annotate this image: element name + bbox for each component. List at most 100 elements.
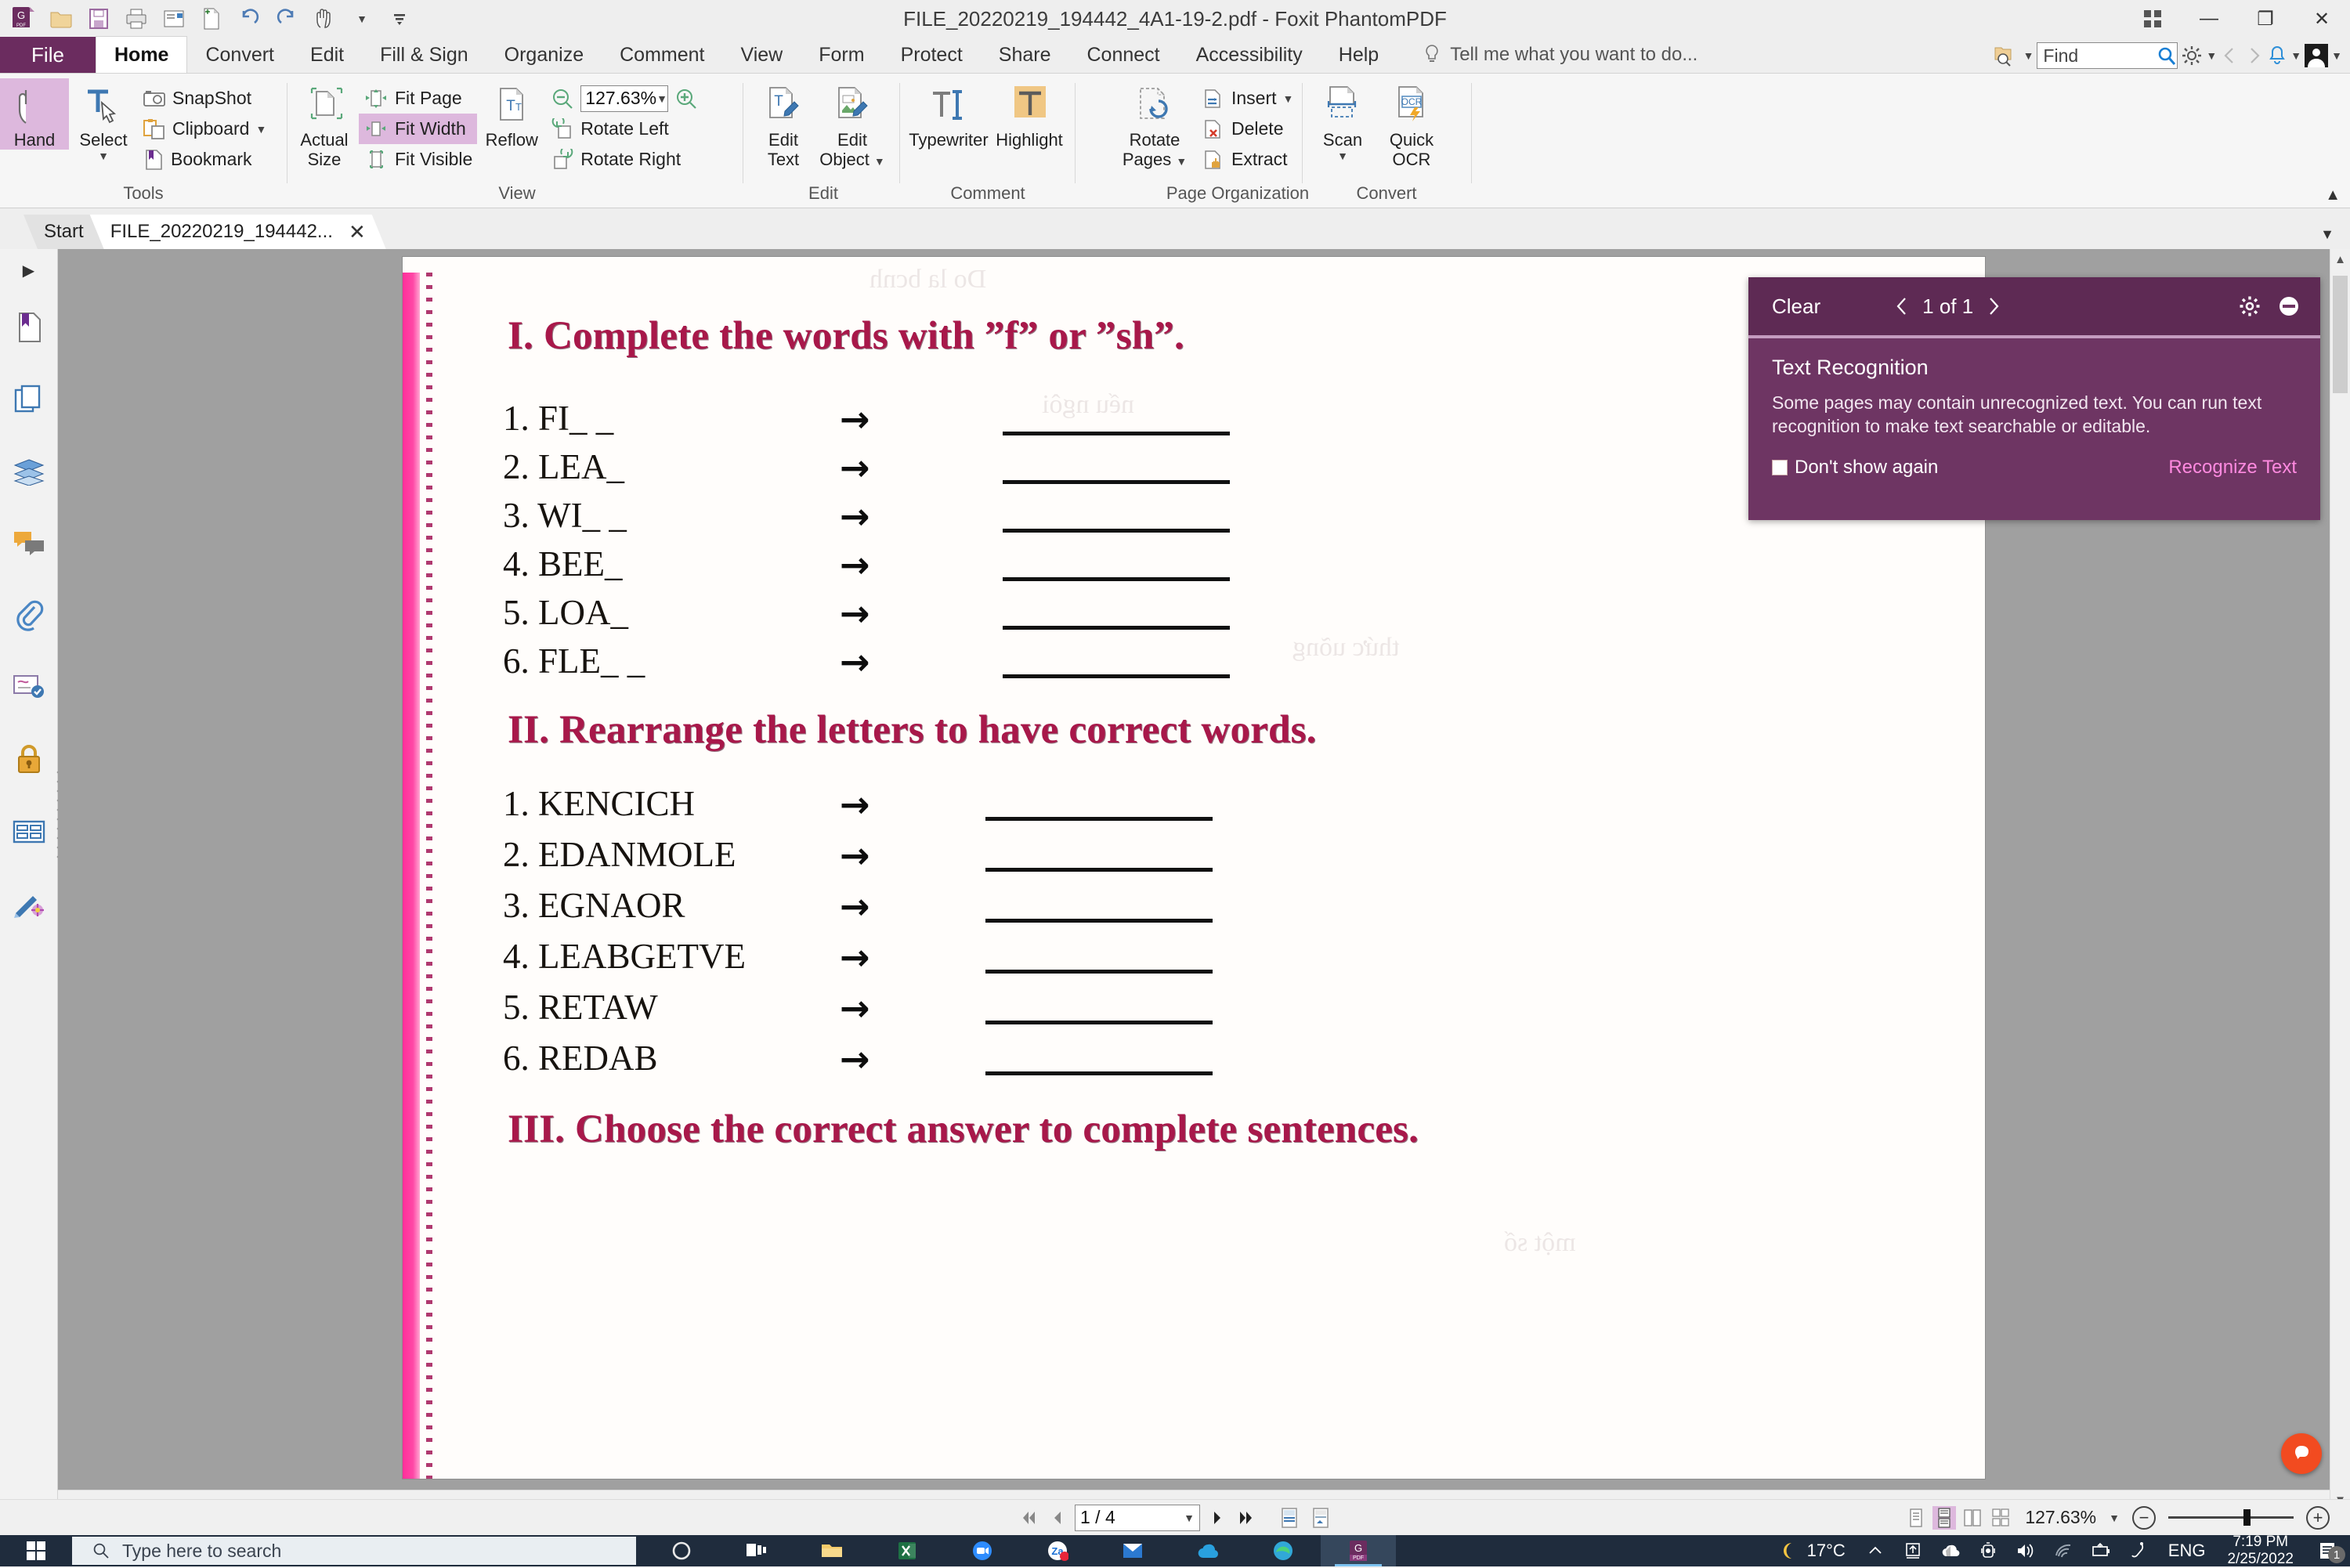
chevron-down-icon[interactable]: ▼ xyxy=(1283,92,1294,105)
prev-page-icon[interactable] xyxy=(1048,1508,1065,1528)
menu-tab-fill-sign[interactable]: Fill & Sign xyxy=(362,37,486,73)
comments-panel-icon[interactable] xyxy=(0,508,57,580)
weather-temperature[interactable]: 17°C xyxy=(1807,1541,1856,1561)
email-icon[interactable] xyxy=(155,2,193,36)
highlight-button[interactable]: Highlight xyxy=(992,78,1067,150)
page-number-input[interactable]: 1 / 4 ▼ xyxy=(1075,1505,1200,1531)
find-next-icon[interactable] xyxy=(2243,45,2264,66)
tell-me-search[interactable]: Tell me what you want to do... xyxy=(1397,37,1697,73)
single-page-icon[interactable] xyxy=(1904,1506,1928,1530)
doc-tab-start[interactable]: Start xyxy=(24,215,104,249)
zoom-out-icon[interactable] xyxy=(551,87,574,110)
fit-width-button[interactable]: Fit Width xyxy=(359,114,477,144)
print-icon[interactable] xyxy=(118,2,155,36)
camera-tray-icon[interactable] xyxy=(1969,1535,2007,1566)
signatures-panel-icon[interactable] xyxy=(0,652,57,724)
pages-panel-icon[interactable] xyxy=(0,363,57,435)
menu-tab-home[interactable]: Home xyxy=(96,36,187,73)
chevron-down-icon[interactable]: ▼ xyxy=(98,150,109,162)
account-dropdown-icon[interactable]: ▼ xyxy=(2331,49,2342,62)
bookmark-button[interactable]: Bookmark xyxy=(138,144,271,175)
battery-icon[interactable] xyxy=(2082,1535,2120,1566)
menu-tab-view[interactable]: View xyxy=(722,37,801,73)
file-explorer-icon[interactable] xyxy=(794,1535,870,1566)
chevron-up-icon[interactable] xyxy=(1856,1535,1894,1566)
minimize-button[interactable]: — xyxy=(2181,0,2237,38)
gear-icon[interactable] xyxy=(2239,295,2261,317)
chevron-down-icon[interactable]: ▼ xyxy=(1176,155,1187,168)
rotate-pages-button[interactable]: RotatePages ▼ xyxy=(1112,78,1197,172)
mail-icon[interactable] xyxy=(1095,1535,1170,1566)
page-fit-icon[interactable] xyxy=(1278,1506,1300,1530)
insert-page-button[interactable]: Insert ▼ xyxy=(1197,83,1298,114)
extract-page-button[interactable]: Extract xyxy=(1197,144,1298,175)
clear-button[interactable]: Clear xyxy=(1748,294,1820,319)
zalo-icon[interactable]: Za xyxy=(1020,1535,1095,1566)
chevron-right-icon[interactable] xyxy=(1986,295,2001,317)
bookmark-panel-icon[interactable] xyxy=(0,291,57,363)
edit-object-button[interactable]: EditObject ▼ xyxy=(818,78,887,172)
menu-tab-convert[interactable]: Convert xyxy=(187,37,292,73)
find-previous-icon[interactable] xyxy=(2220,45,2240,66)
chevron-down-icon[interactable]: ▼ xyxy=(874,155,885,168)
task-view-icon[interactable] xyxy=(719,1535,794,1566)
clipboard-button[interactable]: Clipboard ▼ xyxy=(138,114,271,144)
doc-tab-file[interactable]: FILE_20220219_194442... ✕ xyxy=(90,215,386,249)
scroll-up-icon[interactable]: ▲ xyxy=(2330,249,2350,269)
close-button[interactable]: ✕ xyxy=(2294,0,2350,38)
ribbon-collapse-icon[interactable]: ▲ xyxy=(2325,186,2341,204)
chevron-down-icon[interactable]: ▼ xyxy=(656,92,667,105)
pen-icon[interactable] xyxy=(2120,1535,2157,1566)
minus-circle-icon[interactable] xyxy=(2278,295,2300,317)
volume-icon[interactable] xyxy=(2007,1535,2044,1566)
menu-tab-form[interactable]: Form xyxy=(801,37,882,73)
vertical-scrollbar-thumb[interactable] xyxy=(2333,276,2348,393)
fit-visible-button[interactable]: Fit Visible xyxy=(359,144,477,175)
page-width-icon[interactable] xyxy=(1310,1506,1332,1530)
rotate-left-button[interactable]: Rotate Left xyxy=(546,114,698,144)
windows-start-icon[interactable] xyxy=(0,1535,72,1566)
dont-show-again-label[interactable]: Don't show again xyxy=(1795,457,1938,479)
save-icon[interactable] xyxy=(80,2,118,36)
vertical-scrollbar[interactable]: ▲ ▼ xyxy=(2330,249,2350,1510)
typewriter-button[interactable]: Typewriter xyxy=(906,78,992,150)
clock[interactable]: 7:19 PM 2/25/2022 xyxy=(2216,1534,2305,1568)
zoom-in-icon[interactable] xyxy=(674,87,698,110)
rotate-right-button[interactable]: Rotate Right xyxy=(546,144,698,175)
edge-icon[interactable] xyxy=(1246,1535,1321,1566)
search-scope-icon[interactable] xyxy=(1994,43,2020,68)
security-panel-icon[interactable] xyxy=(0,724,57,796)
onedrive-tray-icon[interactable] xyxy=(1932,1535,1969,1566)
new-from-file-icon[interactable] xyxy=(193,2,230,36)
chevron-left-icon[interactable] xyxy=(1894,295,1910,317)
app-logo-icon[interactable]: GPDF xyxy=(5,2,42,36)
qat-customize-icon[interactable] xyxy=(381,2,418,36)
fit-page-button[interactable]: Fit Page xyxy=(359,83,477,114)
zoom-dropdown-icon[interactable]: ▼ xyxy=(2109,1512,2120,1524)
notifications-dropdown-icon[interactable]: ▼ xyxy=(2290,49,2301,62)
redo-icon[interactable] xyxy=(268,2,306,36)
zoom-meetings-icon[interactable] xyxy=(945,1535,1020,1566)
account-avatar[interactable] xyxy=(2305,44,2328,67)
quick-ocr-button[interactable]: OCR QuickOCR xyxy=(1377,78,1446,169)
next-page-icon[interactable] xyxy=(1209,1508,1227,1528)
foxit-help-icon[interactable] xyxy=(2281,1433,2322,1474)
actual-size-button[interactable]: ActualSize xyxy=(290,78,359,169)
action-center-icon[interactable]: 1 xyxy=(2305,1535,2350,1566)
undo-icon[interactable] xyxy=(230,2,268,36)
dont-show-again-checkbox[interactable] xyxy=(1772,460,1788,475)
document-viewport[interactable]: Do la bcnh nếu ngôi thức uõng một số I.… xyxy=(58,249,2330,1510)
menu-tab-share[interactable]: Share xyxy=(981,37,1069,73)
close-icon[interactable]: ✕ xyxy=(349,220,366,244)
moon-icon[interactable] xyxy=(1770,1535,1807,1566)
notifications-bell-icon[interactable] xyxy=(2267,45,2287,67)
cortana-icon[interactable] xyxy=(644,1535,719,1566)
menu-tab-edit[interactable]: Edit xyxy=(292,37,362,73)
qat-dropdown-icon[interactable]: ▼ xyxy=(343,2,381,36)
zoom-in-button[interactable]: + xyxy=(2306,1506,2330,1530)
find-input[interactable]: Find xyxy=(2037,42,2178,69)
menu-tab-connect[interactable]: Connect xyxy=(1068,37,1177,73)
grid-icon[interactable] xyxy=(2124,0,2181,38)
stamps-panel-icon[interactable] xyxy=(0,868,57,940)
menu-tab-organize[interactable]: Organize xyxy=(486,37,602,73)
